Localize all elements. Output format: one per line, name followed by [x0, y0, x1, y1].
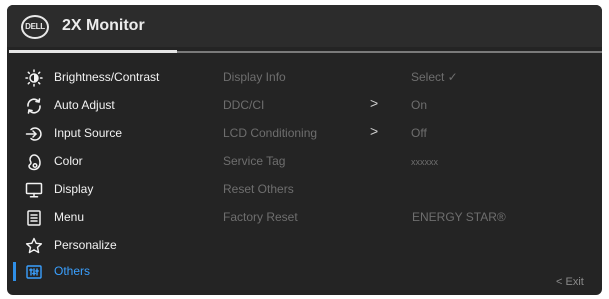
active-indicator	[13, 262, 16, 281]
dell-logo: DELL	[21, 15, 49, 39]
lcd-conditioning-chevron-icon: >	[370, 123, 379, 139]
menu-item-menu[interactable]: Menu	[25, 207, 185, 229]
osd-panel: DELL 2X Monitor Brightness/Contrast Auto…	[7, 5, 602, 295]
menu-item-label: Color	[54, 154, 83, 168]
monitor-osd: DELL 2X Monitor Brightness/Contrast Auto…	[0, 0, 609, 299]
color-icon	[25, 153, 43, 171]
menu-item-label: Personalize	[54, 238, 117, 252]
option-display-info[interactable]: Display Info	[223, 70, 286, 88]
menu-item-others[interactable]: Others	[25, 261, 185, 283]
exit-button[interactable]: < Exit	[556, 276, 584, 288]
menu-icon	[25, 209, 43, 227]
option-ddc-ci[interactable]: DDC/CI	[223, 98, 264, 116]
menu-item-brightness-contrast[interactable]: Brightness/Contrast	[25, 67, 185, 89]
menu-item-label: Brightness/Contrast	[54, 70, 160, 84]
display-icon	[25, 181, 43, 199]
menu-item-label: Display	[54, 182, 94, 196]
header-divider-active	[9, 50, 177, 53]
brightness-icon	[25, 69, 43, 87]
ddc-ci-chevron-icon: >	[370, 95, 379, 111]
menu-item-label: Menu	[54, 210, 85, 224]
lcd-conditioning-value: Off	[411, 126, 427, 140]
menu-item-label: Others	[54, 264, 91, 278]
monitor-title: 2X Monitor	[62, 17, 145, 34]
input-source-icon	[25, 125, 43, 143]
option-lcd-conditioning[interactable]: LCD Conditioning	[223, 126, 317, 144]
menu-item-color[interactable]: Color	[25, 151, 185, 173]
ddc-ci-value: On	[411, 98, 428, 112]
others-icon	[25, 263, 43, 281]
menu-item-input-source[interactable]: Input Source	[25, 123, 185, 145]
header-divider	[177, 51, 602, 53]
menu-item-auto-adjust[interactable]: Auto Adjust	[25, 95, 185, 117]
option-factory-reset[interactable]: Factory Reset	[223, 210, 298, 228]
osd-header: DELL 2X Monitor	[7, 5, 602, 47]
display-info-value: Select ✓	[411, 70, 458, 84]
energy-star-label: ENERGY STAR®	[412, 210, 506, 224]
option-reset-others[interactable]: Reset Others	[223, 182, 294, 200]
auto-adjust-icon	[25, 97, 43, 115]
option-service-tag[interactable]: Service Tag	[223, 154, 285, 172]
menu-item-label: Auto Adjust	[54, 98, 115, 112]
star-icon	[25, 237, 43, 255]
menu-item-display[interactable]: Display	[25, 179, 185, 201]
menu-item-personalize[interactable]: Personalize	[25, 235, 185, 257]
service-tag-value: xxxxxx	[411, 157, 438, 167]
menu-item-label: Input Source	[54, 126, 123, 140]
